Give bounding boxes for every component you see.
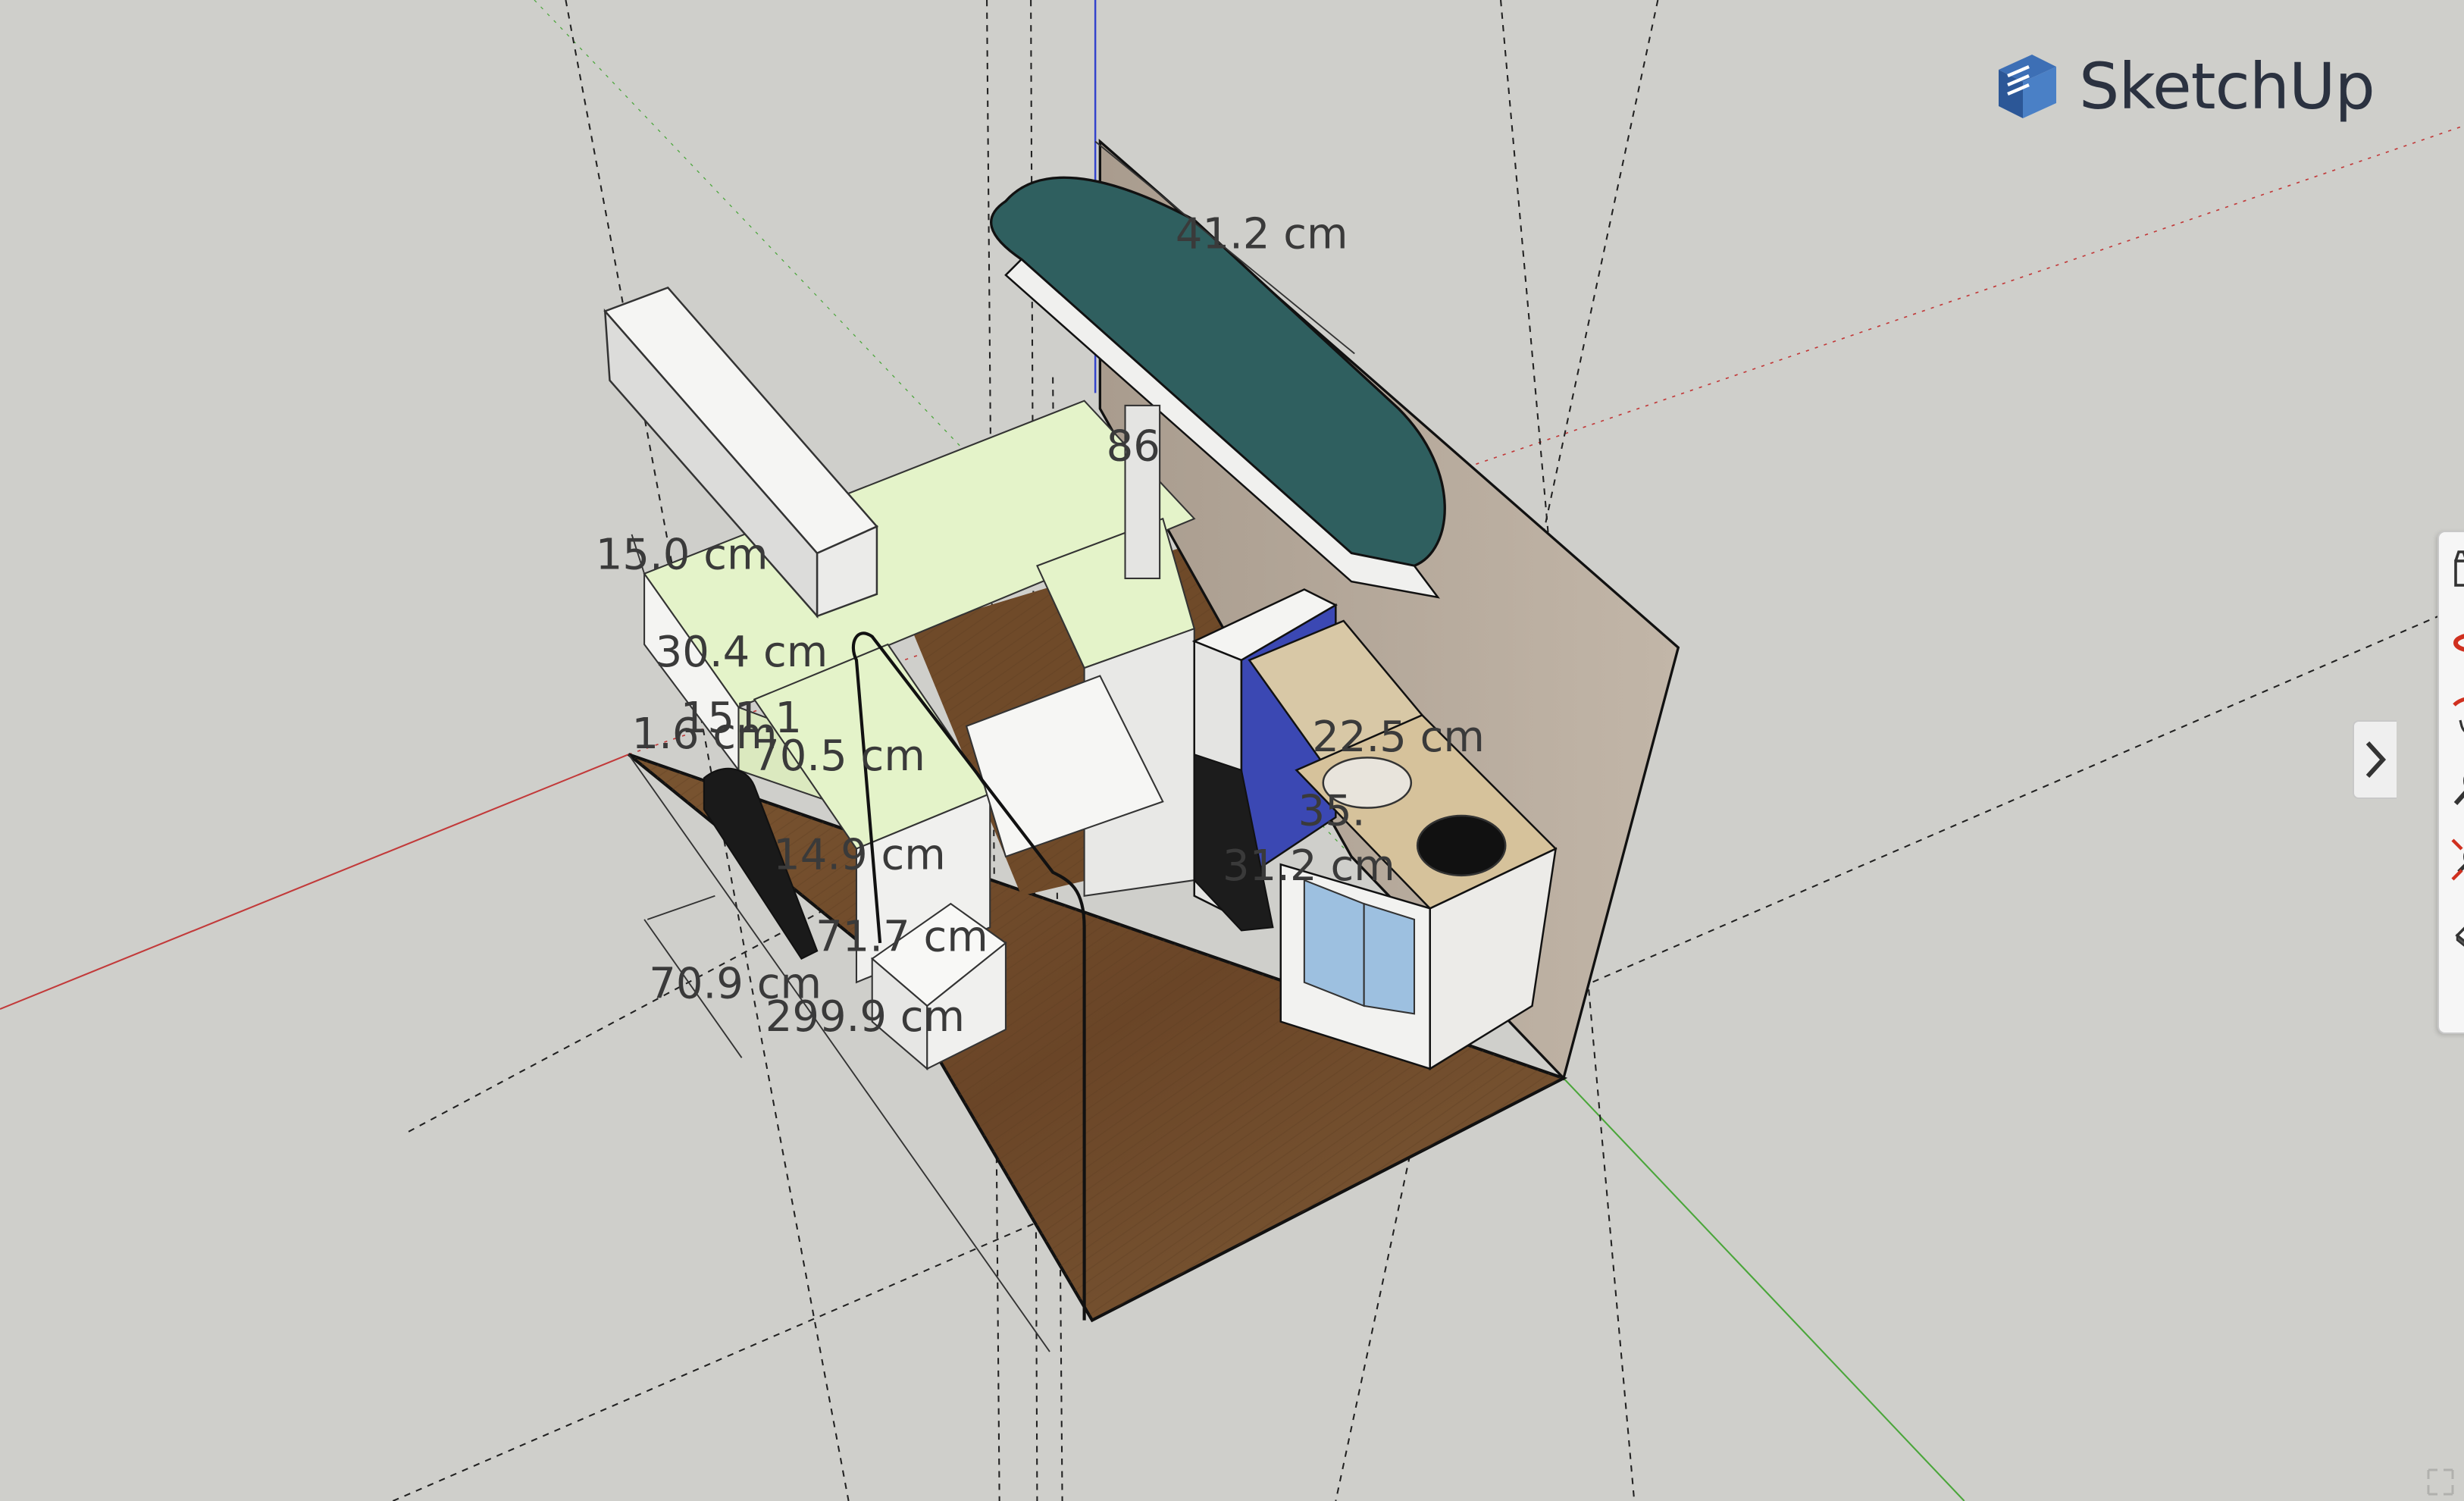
scenes-icon: [2454, 550, 2464, 587]
zoom-tool-button[interactable]: [2448, 763, 2464, 811]
orbit-tool-button[interactable]: [2448, 617, 2464, 666]
resize-grip-icon[interactable]: [2425, 1467, 2456, 1497]
model-scene[interactable]: 41.2 cm 86 15.0 cm 30.4 cm 151.1 1.6 cm …: [0, 0, 2464, 1501]
pan-icon: [2453, 697, 2464, 732]
zoom-extents-icon: [2451, 838, 2464, 881]
dimension-label: 299.9 cm: [765, 992, 965, 1042]
dimension-label: 35.: [1298, 786, 1366, 835]
sketchup-logo: SketchUp: [1990, 49, 2375, 124]
brand-name: SketchUp: [2079, 49, 2375, 124]
sketchup-logo-icon: [1999, 55, 2056, 118]
green-axis: [1563, 1077, 1965, 1501]
stove-burner: [1416, 814, 1507, 877]
orbit-icon: [2453, 634, 2464, 652]
chevron-right-icon: [2365, 741, 2387, 779]
zoom-icon: [2453, 776, 2464, 805]
eraser-tool-button[interactable]: [2448, 908, 2464, 957]
dimension-label: 15.0 cm: [596, 531, 769, 580]
zoom-extents-tool-button[interactable]: [2448, 835, 2464, 884]
tool-palette: [2437, 531, 2464, 1034]
dimension-label: 22.5 cm: [1312, 713, 1485, 762]
storage-bin-2: [1363, 902, 1416, 1015]
dimension-label: 30.4 cm: [656, 628, 828, 677]
dimension-label: 71.7 cm: [816, 912, 988, 961]
eraser-icon: [2455, 926, 2464, 947]
dimension-label: 31.2 cm: [1223, 841, 1395, 891]
dimension-label: 70.5 cm: [753, 732, 925, 781]
scenes-tool-button[interactable]: [2448, 544, 2464, 593]
red-axis: [0, 754, 629, 1011]
dimension-label: 14.9 cm: [773, 831, 946, 880]
dimension-label: 86: [1107, 421, 1160, 471]
pan-tool-button[interactable]: [2448, 690, 2464, 738]
3d-viewport[interactable]: 41.2 cm 86 15.0 cm 30.4 cm 151.1 1.6 cm …: [0, 0, 2464, 1501]
dimension-label: 41.2 cm: [1176, 210, 1348, 259]
panel-expand-button[interactable]: [2353, 720, 2397, 799]
